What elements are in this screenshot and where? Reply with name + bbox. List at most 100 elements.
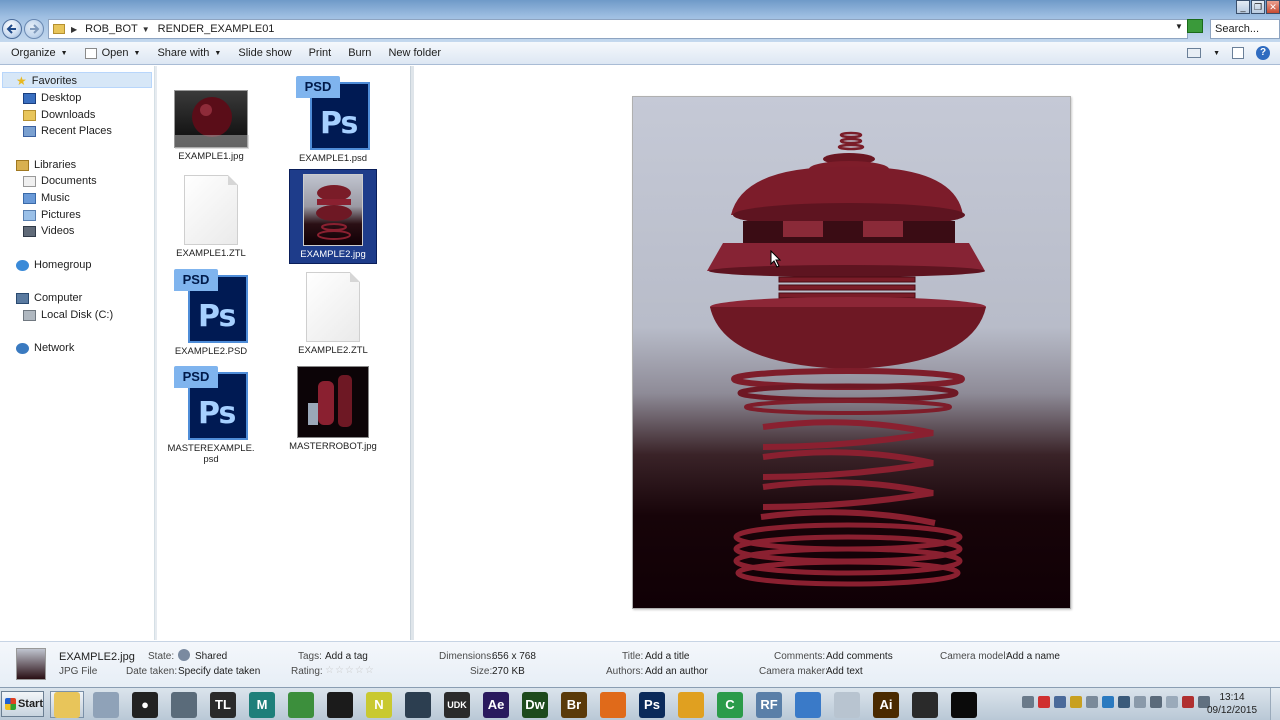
taskbar-app-firefox[interactable] xyxy=(596,691,630,718)
rating-stars[interactable]: ☆☆☆☆☆ xyxy=(325,665,375,676)
nav-network[interactable]: Network xyxy=(16,340,74,356)
taskbar-app-bridge[interactable]: Br xyxy=(557,691,591,718)
close-button[interactable]: ✕ xyxy=(1266,0,1280,14)
view-options-icon[interactable] xyxy=(1187,48,1202,58)
file-name: MASTEREXAMPLE.psd xyxy=(167,443,255,465)
file-item[interactable]: PSD Ps EXAMPLE1.psd xyxy=(289,76,377,164)
taskbar-app-photoshop[interactable]: Ps xyxy=(635,691,669,718)
refresh-icon[interactable] xyxy=(1186,19,1203,33)
file-name: EXAMPLE1.psd xyxy=(298,153,368,164)
chevron-down-icon[interactable]: ▼ xyxy=(142,25,150,34)
taskbar: Start ● TL M N UDK Ae Dw Br Ps C RF Ai 13:14 09/12/… xyxy=(0,687,1280,720)
clock[interactable]: 13:14 09/12/2015 xyxy=(1200,691,1264,717)
nav-network-label: Network xyxy=(34,342,75,354)
start-button[interactable]: Start xyxy=(1,691,44,717)
nav-computer[interactable]: Computer xyxy=(16,290,82,306)
taskbar-app-chrome[interactable] xyxy=(284,691,318,718)
taskbar-app-marmoset[interactable] xyxy=(323,691,357,718)
tray-icon[interactable] xyxy=(1038,696,1050,708)
file-item[interactable]: PSD Ps EXAMPLE2.PSD xyxy=(167,269,255,357)
burn-button[interactable]: Burn xyxy=(348,47,371,59)
nav-desktop[interactable]: Desktop xyxy=(23,90,81,106)
taskbar-app-nuke[interactable]: N xyxy=(362,691,396,718)
pictures-icon xyxy=(23,209,36,221)
file-item-selected[interactable]: EXAMPLE2.jpg xyxy=(289,169,377,264)
file-item[interactable]: MASTERROBOT.jpg xyxy=(289,366,377,452)
nav-local-disk[interactable]: Local Disk (C:) xyxy=(23,307,113,323)
taskbar-app-record[interactable]: ● xyxy=(128,691,162,718)
nav-pictures[interactable]: Pictures xyxy=(23,207,81,223)
nav-documents[interactable]: Documents xyxy=(23,173,97,189)
nav-downloads[interactable]: Downloads xyxy=(23,107,95,123)
music-icon xyxy=(23,192,36,204)
tray-icon[interactable] xyxy=(1054,696,1066,708)
preview-pane-icon[interactable] xyxy=(1232,47,1244,59)
taskbar-app-settings-app[interactable] xyxy=(791,691,825,718)
address-input[interactable]: ▶ ROB_BOT ▼ RENDER_EXAMPLE01 xyxy=(48,19,1188,39)
address-dropdown-icon[interactable]: ▼ xyxy=(1175,22,1183,31)
nav-favorites[interactable]: ★ Favorites xyxy=(16,73,77,89)
tray-icon[interactable] xyxy=(1086,696,1098,708)
volume-icon[interactable] xyxy=(1166,696,1178,708)
camera-maker-value[interactable]: Add text xyxy=(826,666,863,677)
taskbar-app-realflow[interactable]: RF xyxy=(752,691,786,718)
file-item[interactable]: EXAMPLE1.jpg xyxy=(167,90,255,162)
tray-icon[interactable] xyxy=(1182,696,1194,708)
minimize-button[interactable]: _ xyxy=(1236,0,1250,14)
maximize-button[interactable]: ❐ xyxy=(1251,0,1265,14)
taskbar-app-tl[interactable]: TL xyxy=(206,691,240,718)
taskbar-app-dreamweaver[interactable]: Dw xyxy=(518,691,552,718)
print-button[interactable]: Print xyxy=(309,47,332,59)
tray-icon[interactable] xyxy=(1118,696,1130,708)
taskbar-app-maya[interactable]: M xyxy=(245,691,279,718)
taskbar-app-udk[interactable]: UDK xyxy=(440,691,474,718)
audio-icon xyxy=(678,691,704,718)
taskbar-app-network-tool[interactable] xyxy=(89,691,123,718)
camera-model-value[interactable]: Add a name xyxy=(1006,651,1060,662)
taskbar-app-explorer[interactable] xyxy=(50,691,84,718)
forward-button[interactable] xyxy=(24,19,44,39)
taskbar-app-illustrator[interactable]: Ai xyxy=(869,691,903,718)
tray-icon[interactable] xyxy=(1134,696,1146,708)
disk-icon xyxy=(23,309,36,321)
network-tray-icon[interactable] xyxy=(1150,696,1162,708)
slide-show-button[interactable]: Slide show xyxy=(238,47,291,59)
nav-homegroup[interactable]: Homegroup xyxy=(16,257,91,273)
nav-recent-places[interactable]: Recent Places xyxy=(23,123,112,139)
nav-videos[interactable]: Videos xyxy=(23,223,74,239)
share-with-button[interactable]: Share with ▼ xyxy=(157,47,221,59)
tray-icon[interactable] xyxy=(1102,696,1114,708)
help-icon[interactable]: ? xyxy=(1256,46,1270,60)
file-item[interactable]: EXAMPLE2.ZTL xyxy=(289,272,377,356)
taskbar-app-audio[interactable] xyxy=(674,691,708,718)
chevron-down-icon: ▼ xyxy=(214,49,222,57)
taskbar-app-cinema[interactable] xyxy=(167,691,201,718)
search-input[interactable]: Search... xyxy=(1210,19,1280,39)
taskbar-app-studio[interactable] xyxy=(947,691,981,718)
taskbar-app-camtasia[interactable]: C xyxy=(713,691,747,718)
authors-value[interactable]: Add an author xyxy=(645,666,708,677)
breadcrumb-rob-bot[interactable]: ROB_BOT xyxy=(85,23,138,35)
file-item[interactable]: EXAMPLE1.ZTL xyxy=(167,175,255,259)
comments-value[interactable]: Add comments xyxy=(826,651,893,662)
taskbar-app-unity[interactable] xyxy=(908,691,942,718)
chevron-right-icon[interactable]: ▶ xyxy=(71,25,77,34)
organize-button[interactable]: Organize ▼ xyxy=(11,47,68,59)
back-button[interactable] xyxy=(2,19,22,39)
chevron-down-icon[interactable]: ▼ xyxy=(1213,50,1220,57)
nav-libraries[interactable]: Libraries xyxy=(16,157,76,173)
file-item[interactable]: PSD Ps MASTEREXAMPLE.psd xyxy=(167,366,255,465)
taskbar-app-zbrush[interactable] xyxy=(830,691,864,718)
title-value[interactable]: Add a title xyxy=(645,651,689,662)
tray-icon[interactable] xyxy=(1070,696,1082,708)
date-taken-value[interactable]: Specify date taken xyxy=(178,666,260,677)
breadcrumb-render-example01[interactable]: RENDER_EXAMPLE01 xyxy=(158,23,275,35)
taskbar-app-ue[interactable] xyxy=(401,691,435,718)
nav-music[interactable]: Music xyxy=(23,190,70,206)
new-folder-button[interactable]: New folder xyxy=(388,47,441,59)
taskbar-app-after-effects[interactable]: Ae xyxy=(479,691,513,718)
tags-value[interactable]: Add a tag xyxy=(325,651,368,662)
tray-icon[interactable] xyxy=(1022,696,1034,708)
show-desktop-button[interactable] xyxy=(1270,688,1280,720)
open-button[interactable]: Open ▼ xyxy=(84,47,140,59)
